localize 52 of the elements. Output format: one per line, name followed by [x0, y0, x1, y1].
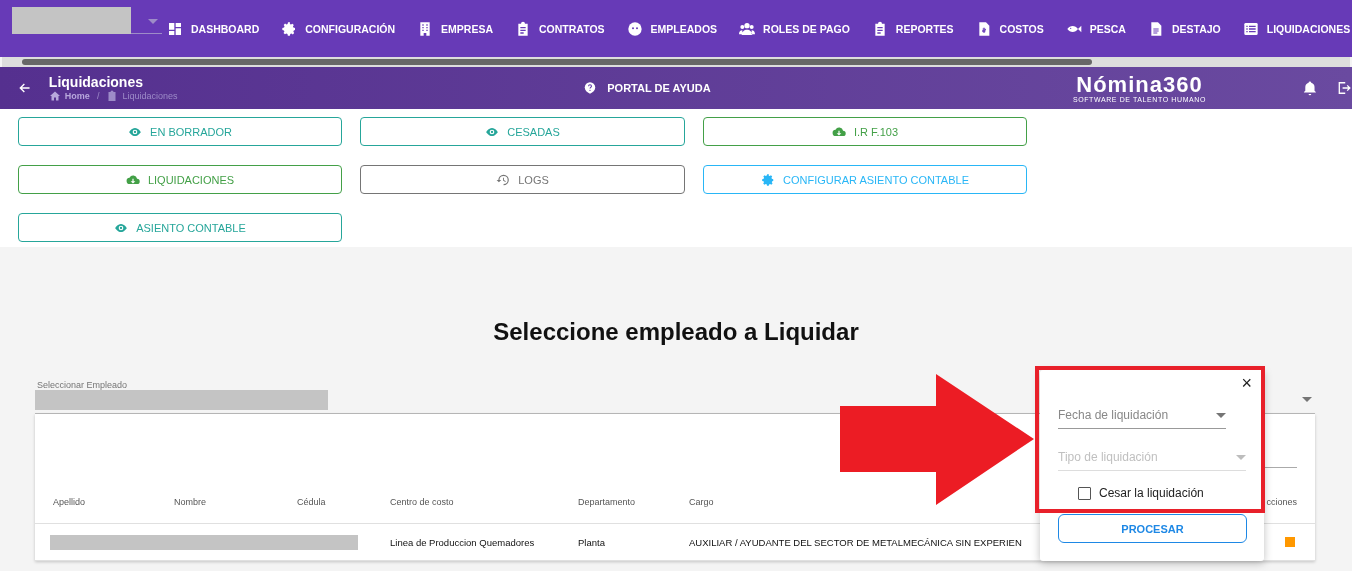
column-header: cciones	[1265, 496, 1298, 507]
column-header: Nombre	[174, 496, 207, 507]
face-icon	[626, 20, 643, 37]
caret-icon	[1236, 454, 1246, 460]
caret-icon	[1216, 412, 1226, 418]
logout-icon[interactable]	[1336, 80, 1352, 96]
table-cell-text: Planta	[578, 536, 606, 548]
back-arrow-icon[interactable]	[18, 81, 32, 95]
horizontal-scrollbar[interactable]	[2, 57, 1350, 67]
nav-item[interactable]: EMPRESA	[417, 20, 494, 37]
nav-item[interactable]: LIQUIDACIONES	[1242, 20, 1351, 37]
company-select[interactable]	[12, 7, 162, 34]
nav-item[interactable]: COSTOS	[975, 20, 1044, 37]
page-title: Liquidaciones	[48, 74, 144, 90]
nav-item[interactable]: EMPLEADOS	[626, 20, 718, 37]
checkbox-label: Cesar la liquidación	[1099, 486, 1204, 500]
logo-text: Nómina360	[1076, 73, 1203, 96]
table-cell-text: AUXILIAR / AYUDANTE DEL SECTOR DE METALMECÁNICA SIN EXPERIEN	[689, 536, 1023, 548]
column-header: Cargo	[689, 496, 715, 507]
bell-icon[interactable]	[1302, 80, 1319, 96]
nav-item[interactable]: ROLES DE PAGO	[739, 20, 850, 37]
clipboard-icon	[106, 90, 119, 102]
caret-icon	[148, 19, 158, 24]
breadcrumb-link[interactable]: Home	[64, 91, 90, 101]
checkbox[interactable]	[1078, 486, 1091, 500]
nav-item[interactable]: CONTRATOS	[515, 20, 605, 37]
nav-item[interactable]: CONFIGURACIÓN	[281, 20, 396, 37]
gear-icon	[281, 20, 298, 37]
help-portal-link[interactable]: PORTAL DE AYUDA	[607, 82, 711, 94]
caret-icon	[1302, 397, 1312, 402]
nav-item[interactable]: REPORTES	[871, 20, 954, 37]
section-heading: Seleccione empleado a Liquidar	[492, 317, 860, 347]
breadcrumb-item: Liquidaciones	[122, 91, 178, 101]
process-button[interactable]: PROCESAR	[1058, 514, 1247, 543]
date-dropdown[interactable]: Fecha de liquidación	[1058, 408, 1226, 429]
history-icon	[496, 172, 511, 187]
gear-icon	[761, 172, 775, 187]
breadcrumb-separator: /	[96, 91, 100, 101]
column-header: Centro de costo	[390, 496, 455, 507]
list-icon	[1242, 20, 1259, 37]
nav-item[interactable]: DASHBOARD	[167, 20, 260, 37]
table-cell-text: Linea de Produccion Quemadores	[390, 536, 536, 548]
people-icon	[739, 20, 756, 37]
action-button[interactable]: LOGS	[360, 165, 685, 194]
nav-item[interactable]: DESTAJO	[1147, 20, 1221, 37]
nav-item[interactable]: PESCA	[1065, 20, 1126, 37]
column-header: Apellido	[53, 496, 87, 507]
home-icon	[48, 90, 61, 102]
dashboard-icon	[167, 20, 183, 37]
column-header: Departamento	[578, 496, 637, 507]
column-header: Cédula	[297, 496, 327, 507]
help-icon	[583, 81, 598, 95]
